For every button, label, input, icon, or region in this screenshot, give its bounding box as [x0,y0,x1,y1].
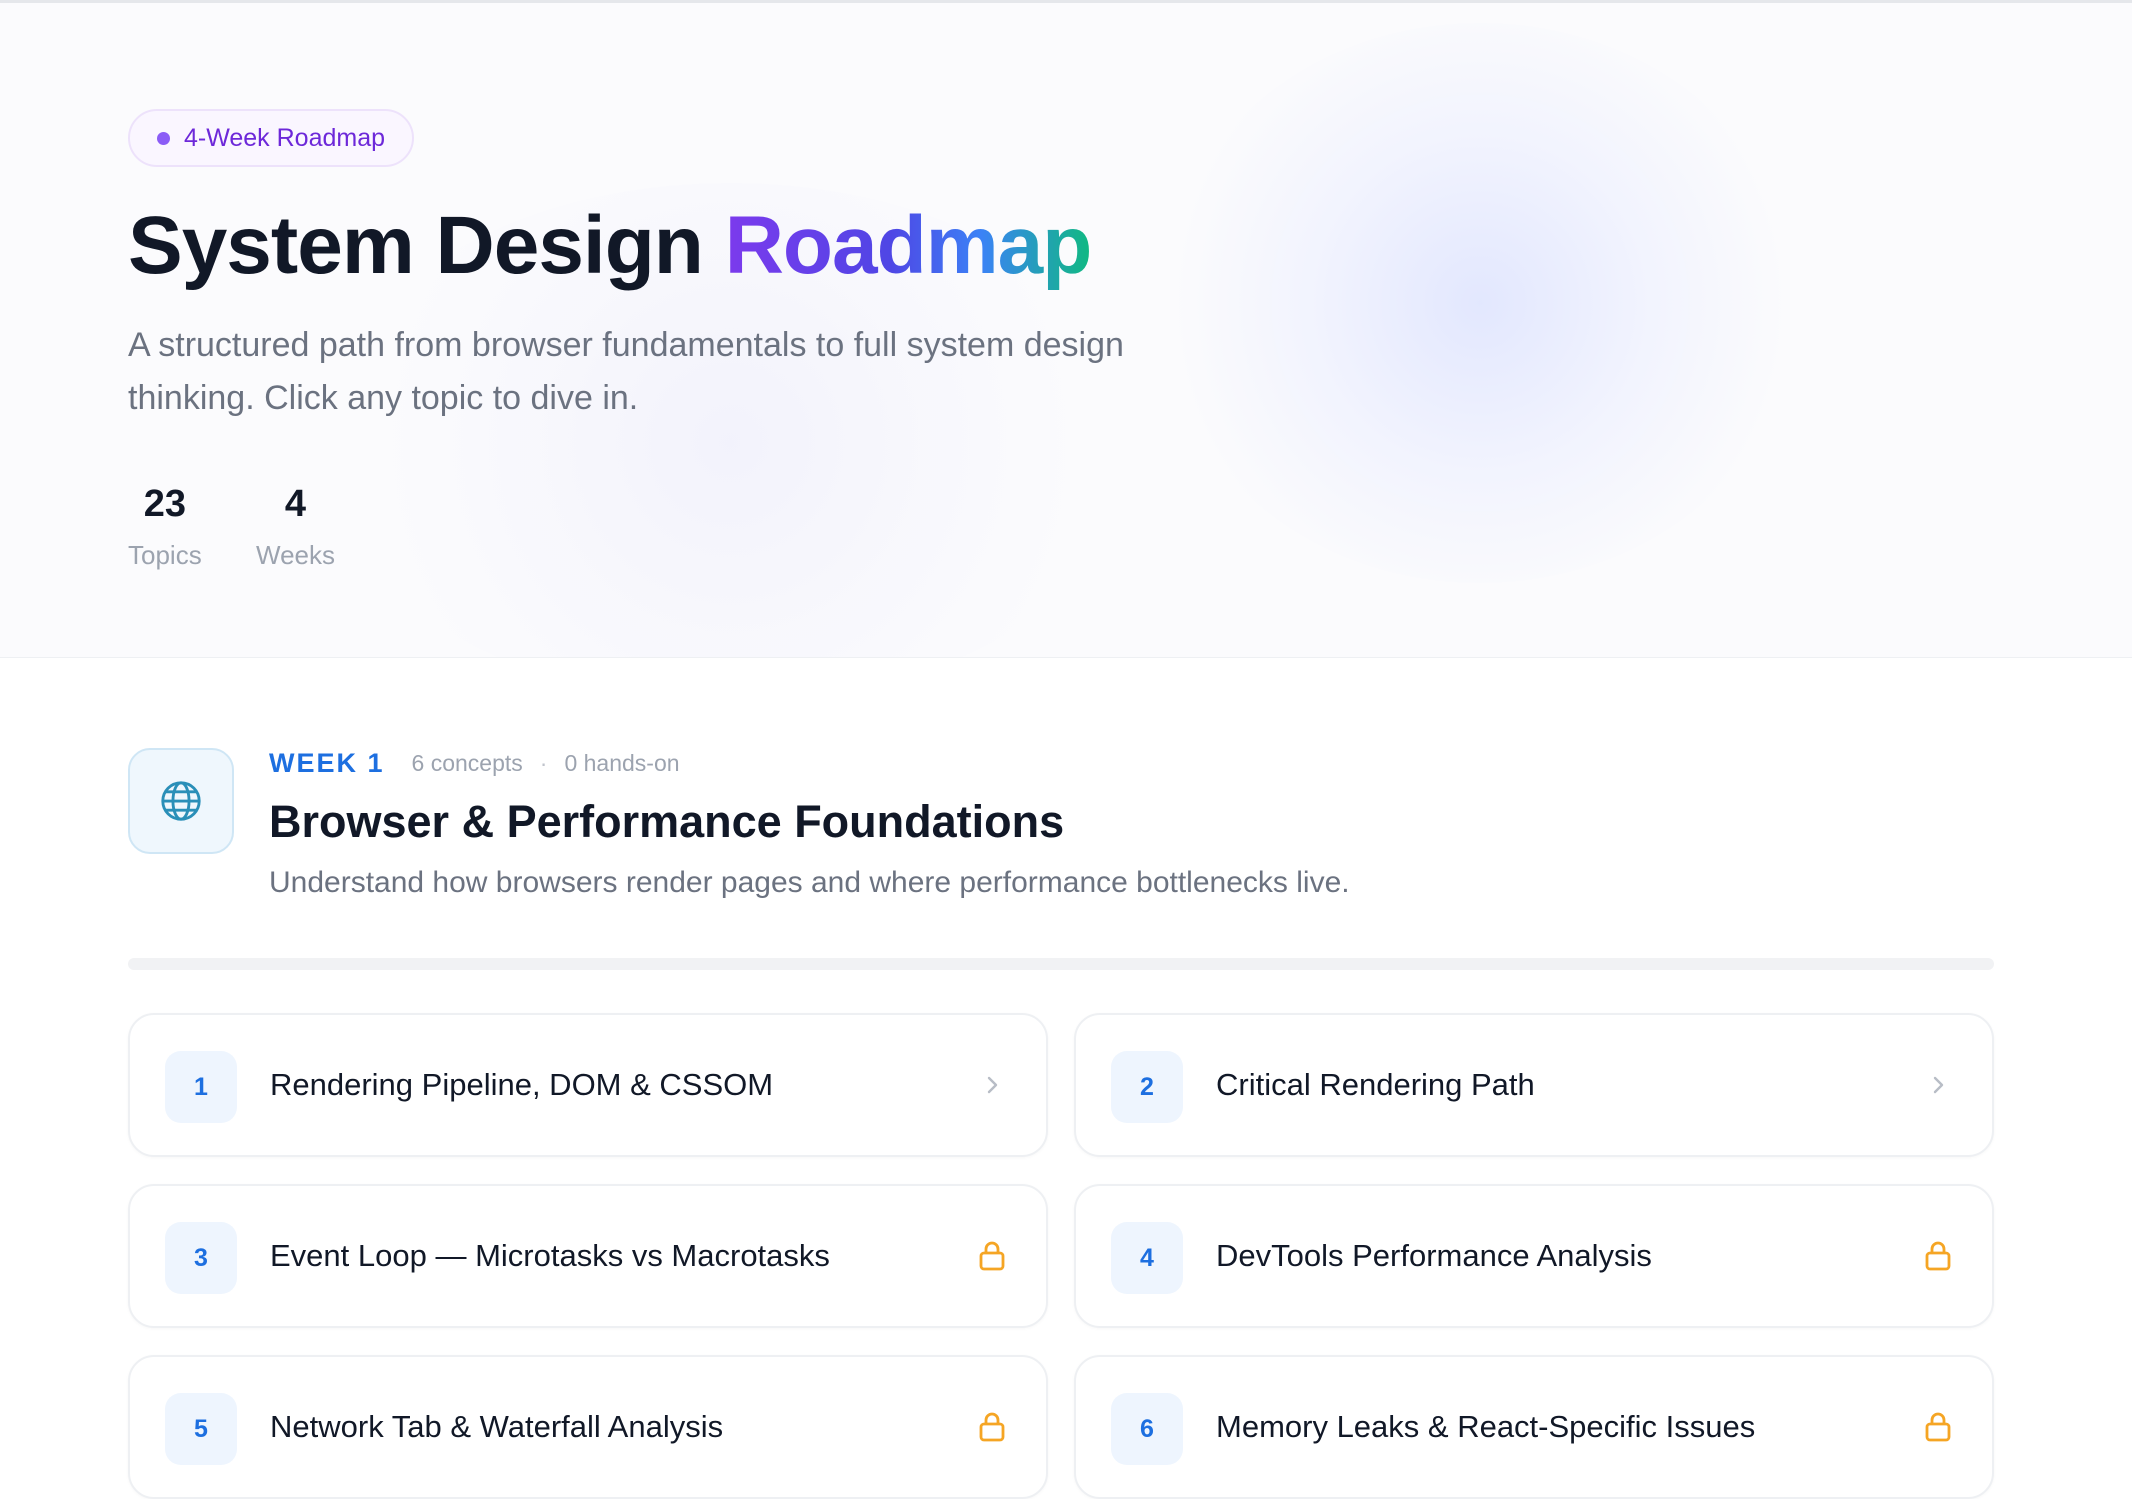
hands-on-count: 0 hands-on [564,750,680,776]
lock-icon [1918,1236,1958,1276]
topic-number: 2 [1111,1051,1183,1123]
lock-icon [972,1407,1012,1447]
week-description: Understand how browsers render pages and… [269,866,1350,899]
topic-card-4[interactable]: 4 DevTools Performance Analysis [1074,1184,1994,1328]
badge-label: 4-Week Roadmap [184,123,386,152]
globe-icon [128,748,234,854]
page-title-main: System Design [128,200,704,291]
page-subtitle: A structured path from browser fundament… [128,326,1124,417]
week-tag: WEEK 1 [269,748,385,778]
topic-number: 3 [165,1222,237,1294]
week-meta: WEEK 1 6 concepts · 0 hands-on [269,748,680,779]
badge-dot-icon [157,131,170,145]
roadmap-badge: 4-Week Roadmap [128,109,415,167]
chevron-right-icon[interactable] [972,1065,1012,1105]
topic-title: Network Tab & Waterfall Analysis [270,1409,724,1444]
topic-title: DevTools Performance Analysis [1216,1238,1652,1273]
stat-topics-value: 23 [143,483,186,525]
hero-section: 4-Week Roadmap System Design Roadmap A s… [0,3,2132,658]
topic-card-6[interactable]: 6 Memory Leaks & React-Specific Issues [1074,1355,1994,1499]
week-title: Browser & Performance Foundations [269,796,1065,847]
hero-background-glow [1160,23,1800,583]
concepts-count: 6 concepts [411,750,523,776]
topic-card-3[interactable]: 3 Event Loop — Microtasks vs Macrotasks [128,1184,1048,1328]
page-title-accent: Roadmap [724,200,1093,291]
stat-weeks: 4 Weeks [256,483,335,571]
stat-weeks-value: 4 [284,483,307,525]
stat-topics: 23 Topics [128,483,202,571]
lock-icon [972,1236,1012,1276]
week-progress-divider [128,958,1994,970]
topic-card-5[interactable]: 5 Network Tab & Waterfall Analysis [128,1355,1048,1499]
topic-number: 1 [165,1051,237,1123]
topic-title: Memory Leaks & React-Specific Issues [1216,1409,1756,1444]
meta-separator: · [539,750,548,776]
lock-icon [1918,1407,1958,1447]
page-title: System Design Roadmap [128,199,1093,293]
topic-number: 4 [1111,1222,1183,1294]
topic-title: Rendering Pipeline, DOM & CSSOM [270,1067,774,1102]
chevron-right-icon[interactable] [1918,1065,1958,1105]
topic-title: Critical Rendering Path [1216,1067,1535,1102]
topic-title: Event Loop — Microtasks vs Macrotasks [270,1238,830,1273]
topic-number: 6 [1111,1393,1183,1465]
topic-card-1[interactable]: 1 Rendering Pipeline, DOM & CSSOM [128,1013,1048,1157]
topic-card-2[interactable]: 2 Critical Rendering Path [1074,1013,1994,1157]
stat-topics-label: Topics [128,540,202,570]
topic-number: 5 [165,1393,237,1465]
stat-weeks-label: Weeks [256,540,335,570]
